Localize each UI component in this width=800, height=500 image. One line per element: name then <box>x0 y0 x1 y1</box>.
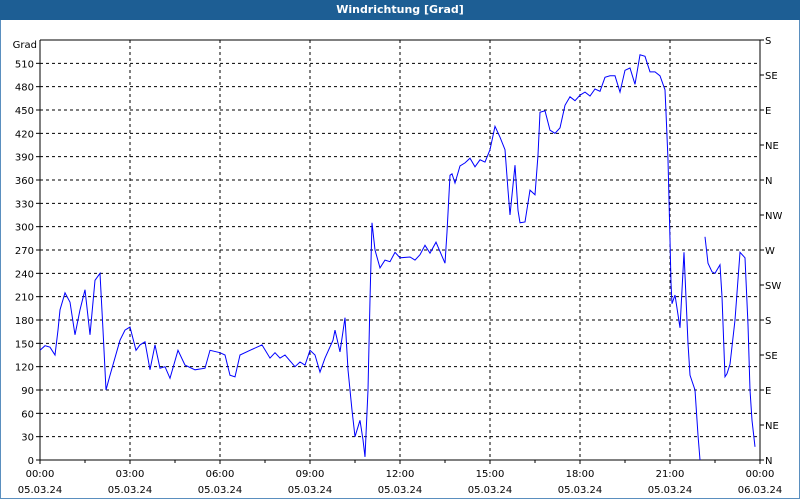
x-tick-label-time: 21:00 <box>656 469 685 480</box>
y-tick-label: 330 <box>15 199 34 210</box>
right-tick-label: NE <box>765 141 779 152</box>
y-tick-label: 210 <box>15 293 34 304</box>
right-tick-label: SE <box>765 71 778 82</box>
y-tick-label: 240 <box>15 269 34 280</box>
wind-direction-chart: 0 30 60 90 120 150 180 210 240 270 300 330 360 390 420… <box>13 36 783 496</box>
right-tick-label: NW <box>765 211 782 222</box>
x-tick-label-date: 05.03.24 <box>108 485 153 496</box>
y-tick-label: 480 <box>15 83 34 94</box>
right-tick-label: NE <box>765 421 779 432</box>
y-tick-label: 30 <box>21 433 34 444</box>
x-tick-label-date: 05.03.24 <box>378 485 423 496</box>
x-tick-label-time: 18:00 <box>566 469 595 480</box>
y-tick-label: 60 <box>21 409 34 420</box>
x-tick-label-time: 06:00 <box>206 469 235 480</box>
x-tick-label-date: 05.03.24 <box>558 485 603 496</box>
right-tick-label: SE <box>765 351 778 362</box>
x-tick-label-date: 05.03.24 <box>18 485 63 496</box>
x-tick-label-time: 09:00 <box>296 469 325 480</box>
right-tick-label: N <box>765 456 772 467</box>
x-tick-label-date: 05.03.24 <box>648 485 693 496</box>
y-axis-label: Grad <box>13 40 37 51</box>
y-tick-label: 300 <box>15 223 34 234</box>
y-tick-label: 0 <box>28 456 34 467</box>
x-tick-label-date: 06.03.24 <box>738 485 783 496</box>
x-tick-label-date: 05.03.24 <box>288 485 333 496</box>
x-tick-label-time: 15:00 <box>476 469 505 480</box>
x-tick-label-date: 05.03.24 <box>468 485 513 496</box>
y-tick-label: 180 <box>15 316 34 327</box>
y-tick-label: 450 <box>15 106 34 117</box>
series-line-segment <box>704 236 756 447</box>
series-line-segment <box>39 54 701 461</box>
y-tick-label: 510 <box>15 59 34 70</box>
right-tick-label: E <box>765 386 771 397</box>
x-tick-label-time: 00:00 <box>26 469 55 480</box>
right-tick-label: W <box>765 246 775 257</box>
y-tick-label: 390 <box>15 153 34 164</box>
right-tick-label: SW <box>765 281 781 292</box>
right-tick-label: S <box>765 316 771 327</box>
y-tick-label: 420 <box>15 129 34 140</box>
x-tick-label-time: 00:00 <box>746 469 775 480</box>
x-tick-label-time: 12:00 <box>386 469 415 480</box>
y-tick-label: 150 <box>15 339 34 350</box>
y-tick-label: 270 <box>15 246 34 257</box>
x-tick-label-date: 05.03.24 <box>198 485 243 496</box>
right-tick-label: S <box>765 36 771 47</box>
x-tick-label-time: 03:00 <box>116 469 145 480</box>
y-tick-label: 90 <box>21 386 34 397</box>
y-tick-label: 120 <box>15 363 34 374</box>
y-tick-label: 360 <box>15 176 34 187</box>
right-tick-label: E <box>765 106 771 117</box>
right-tick-label: N <box>765 176 772 187</box>
